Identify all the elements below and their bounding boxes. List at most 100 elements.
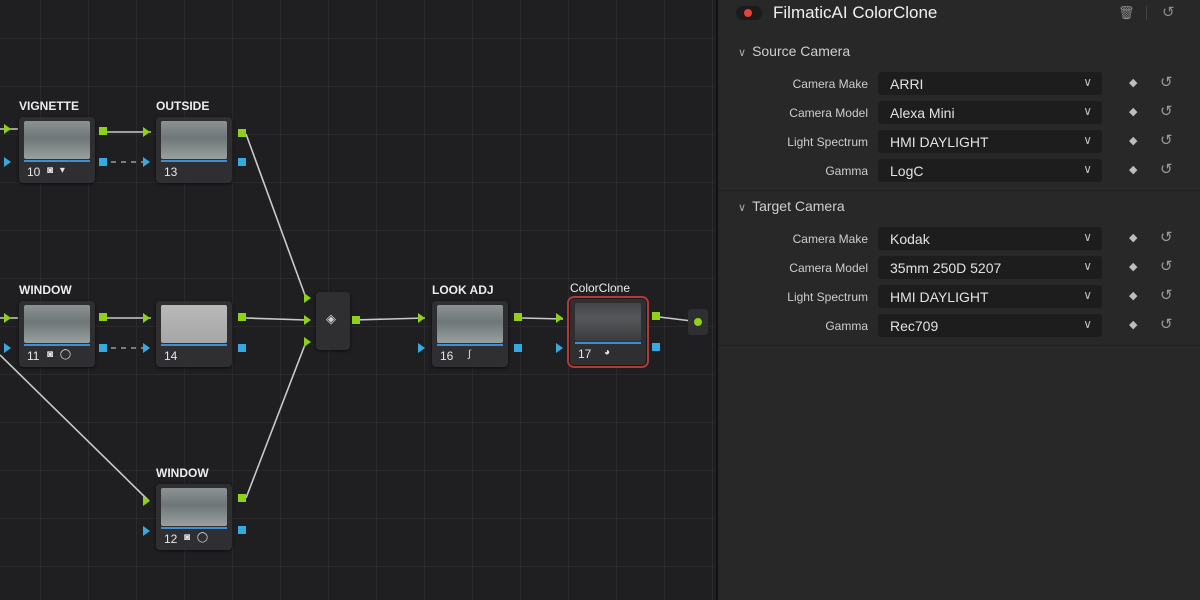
node-tool-icons: ◙ ◯ <box>184 532 211 543</box>
key-output-port[interactable] <box>99 344 107 352</box>
field-label: Camera Model <box>789 261 868 275</box>
select-value: ARRI <box>890 76 924 92</box>
source-camera-model-select[interactable]: Alexa Mini ∨ <box>878 101 1102 124</box>
node-alpha-bar <box>161 344 227 346</box>
inspector-header: FilmaticAI ColorClone 🗑 ↺ <box>718 0 1200 30</box>
openfx-icon: ◕ <box>604 347 613 358</box>
input-arrow-icon[interactable] <box>418 313 425 323</box>
rgb-output-port[interactable] <box>99 313 107 321</box>
mixer-input-arrow-icon[interactable] <box>304 293 311 303</box>
input-arrow-icon[interactable] <box>556 313 563 323</box>
row-target-camera-model: Camera Model 35mm 250D 5207 ∨ ◆ ↺ <box>718 255 1200 281</box>
power-toggle[interactable] <box>736 6 762 20</box>
reset-icon[interactable]: ↺ <box>1160 131 1173 149</box>
reset-icon[interactable]: ↺ <box>1160 228 1173 246</box>
reset-icon[interactable]: ↺ <box>1160 102 1173 120</box>
field-label: Camera Model <box>789 106 868 120</box>
mixer-input-arrow-icon[interactable] <box>304 315 311 325</box>
section-heading-source-camera[interactable]: ∨ Source Camera <box>738 43 850 59</box>
keyframe-icon[interactable]: ◆ <box>1129 76 1137 89</box>
select-value: LogC <box>890 163 924 179</box>
key-output-port[interactable] <box>238 344 246 352</box>
keyframe-icon[interactable]: ◆ <box>1129 231 1137 244</box>
select-value: HMI DAYLIGHT <box>890 289 989 305</box>
rgb-output-port[interactable] <box>99 127 107 135</box>
node-alpha-bar <box>24 160 90 162</box>
layers-icon: ◈ <box>326 311 336 326</box>
chevron-down-icon: ∨ <box>1083 75 1092 89</box>
target-camera-model-select[interactable]: 35mm 250D 5207 ∨ <box>878 256 1102 279</box>
mixer-output-port[interactable] <box>352 316 360 324</box>
input-arrow-icon[interactable] <box>556 343 563 353</box>
node-12-window[interactable]: WINDOW 12 ◙ ◯ <box>156 466 232 550</box>
section-heading-label: Source Camera <box>752 43 851 59</box>
node-editor[interactable]: VIGNETTE 10 ◙ ▾ OUTSIDE 13 WINDOW 11 ◙ ◯… <box>0 0 716 600</box>
reset-icon[interactable]: ↺ <box>1160 315 1173 333</box>
input-arrow-icon[interactable] <box>143 157 150 167</box>
header-separator <box>1146 6 1147 20</box>
source-light-spectrum-select[interactable]: HMI DAYLIGHT ∨ <box>878 130 1102 153</box>
layer-mixer-node[interactable]: ◈ <box>316 292 350 350</box>
node-tool-icons: ◙ ▾ <box>47 165 67 176</box>
target-gamma-select[interactable]: Rec709 ∨ <box>878 314 1102 337</box>
reset-icon[interactable]: ↺ <box>1162 3 1175 21</box>
reset-icon[interactable]: ↺ <box>1160 257 1173 275</box>
input-arrow-icon[interactable] <box>4 124 11 134</box>
keyframe-icon[interactable]: ◆ <box>1129 318 1137 331</box>
trash-icon[interactable]: 🗑 <box>1118 5 1135 21</box>
input-arrow-icon[interactable] <box>143 127 150 137</box>
row-target-light-spectrum: Light Spectrum HMI DAYLIGHT ∨ ◆ ↺ <box>718 284 1200 310</box>
reset-icon[interactable]: ↺ <box>1160 160 1173 178</box>
source-gamma-select[interactable]: LogC ∨ <box>878 159 1102 182</box>
node-thumbnail <box>161 305 227 343</box>
input-arrow-icon[interactable] <box>143 343 150 353</box>
node-13-outside[interactable]: OUTSIDE 13 <box>156 99 232 183</box>
field-label: Gamma <box>825 319 868 333</box>
keyframe-icon[interactable]: ◆ <box>1129 289 1137 302</box>
node-tree-output[interactable] <box>688 309 708 335</box>
node-number: 14 <box>164 349 178 363</box>
reset-icon[interactable]: ↺ <box>1160 286 1173 304</box>
input-arrow-icon[interactable] <box>4 157 11 167</box>
select-value: HMI DAYLIGHT <box>890 134 989 150</box>
input-arrow-icon[interactable] <box>143 526 150 536</box>
key-output-port[interactable] <box>652 343 660 351</box>
keyframe-icon[interactable]: ◆ <box>1129 260 1137 273</box>
input-arrow-icon[interactable] <box>418 343 425 353</box>
node-11-window[interactable]: WINDOW 11 ◙ ◯ <box>19 283 95 367</box>
target-camera-make-select[interactable]: Kodak ∨ <box>878 227 1102 250</box>
section-heading-target-camera[interactable]: ∨ Target Camera <box>738 198 845 214</box>
key-output-port[interactable] <box>514 344 522 352</box>
input-arrow-icon[interactable] <box>4 313 11 323</box>
row-source-gamma: Gamma LogC ∨ ◆ ↺ <box>718 158 1200 184</box>
keyframe-icon[interactable]: ◆ <box>1129 134 1137 147</box>
node-17-colorclone[interactable]: ColorClone 17 ◕ <box>567 281 649 368</box>
section-divider <box>718 345 1200 346</box>
source-camera-make-select[interactable]: ARRI ∨ <box>878 72 1102 95</box>
keyframe-icon[interactable]: ◆ <box>1129 105 1137 118</box>
mixer-input-arrow-icon[interactable] <box>304 337 311 347</box>
plugin-title: FilmaticAI ColorClone <box>773 3 938 22</box>
key-output-port[interactable] <box>99 158 107 166</box>
rgb-output-port[interactable] <box>652 312 660 320</box>
node-16-look-adj[interactable]: LOOK ADJ 16 ∫ <box>432 283 508 367</box>
reset-icon[interactable]: ↺ <box>1160 73 1173 91</box>
section-divider <box>718 190 1200 191</box>
node-14[interactable]: 14 <box>156 301 232 367</box>
input-arrow-icon[interactable] <box>4 343 11 353</box>
key-output-port[interactable] <box>238 526 246 534</box>
rgb-output-port[interactable] <box>238 494 246 502</box>
rgb-output-port[interactable] <box>238 129 246 137</box>
select-value: 35mm 250D 5207 <box>890 260 1002 276</box>
keyframe-icon[interactable]: ◆ <box>1129 163 1137 176</box>
node-thumbnail <box>161 121 227 159</box>
input-arrow-icon[interactable] <box>143 313 150 323</box>
rgb-output-port[interactable] <box>238 313 246 321</box>
key-output-port[interactable] <box>238 158 246 166</box>
node-10-vignette[interactable]: VIGNETTE 10 ◙ ▾ <box>19 99 95 183</box>
target-light-spectrum-select[interactable]: HMI DAYLIGHT ∨ <box>878 285 1102 308</box>
section-source-camera: ∨ Source Camera Camera Make ARRI ∨ ◆ ↺ Ca… <box>718 43 1200 189</box>
input-arrow-icon[interactable] <box>143 496 150 506</box>
chevron-down-icon: ∨ <box>1083 230 1092 244</box>
rgb-output-port[interactable] <box>514 313 522 321</box>
